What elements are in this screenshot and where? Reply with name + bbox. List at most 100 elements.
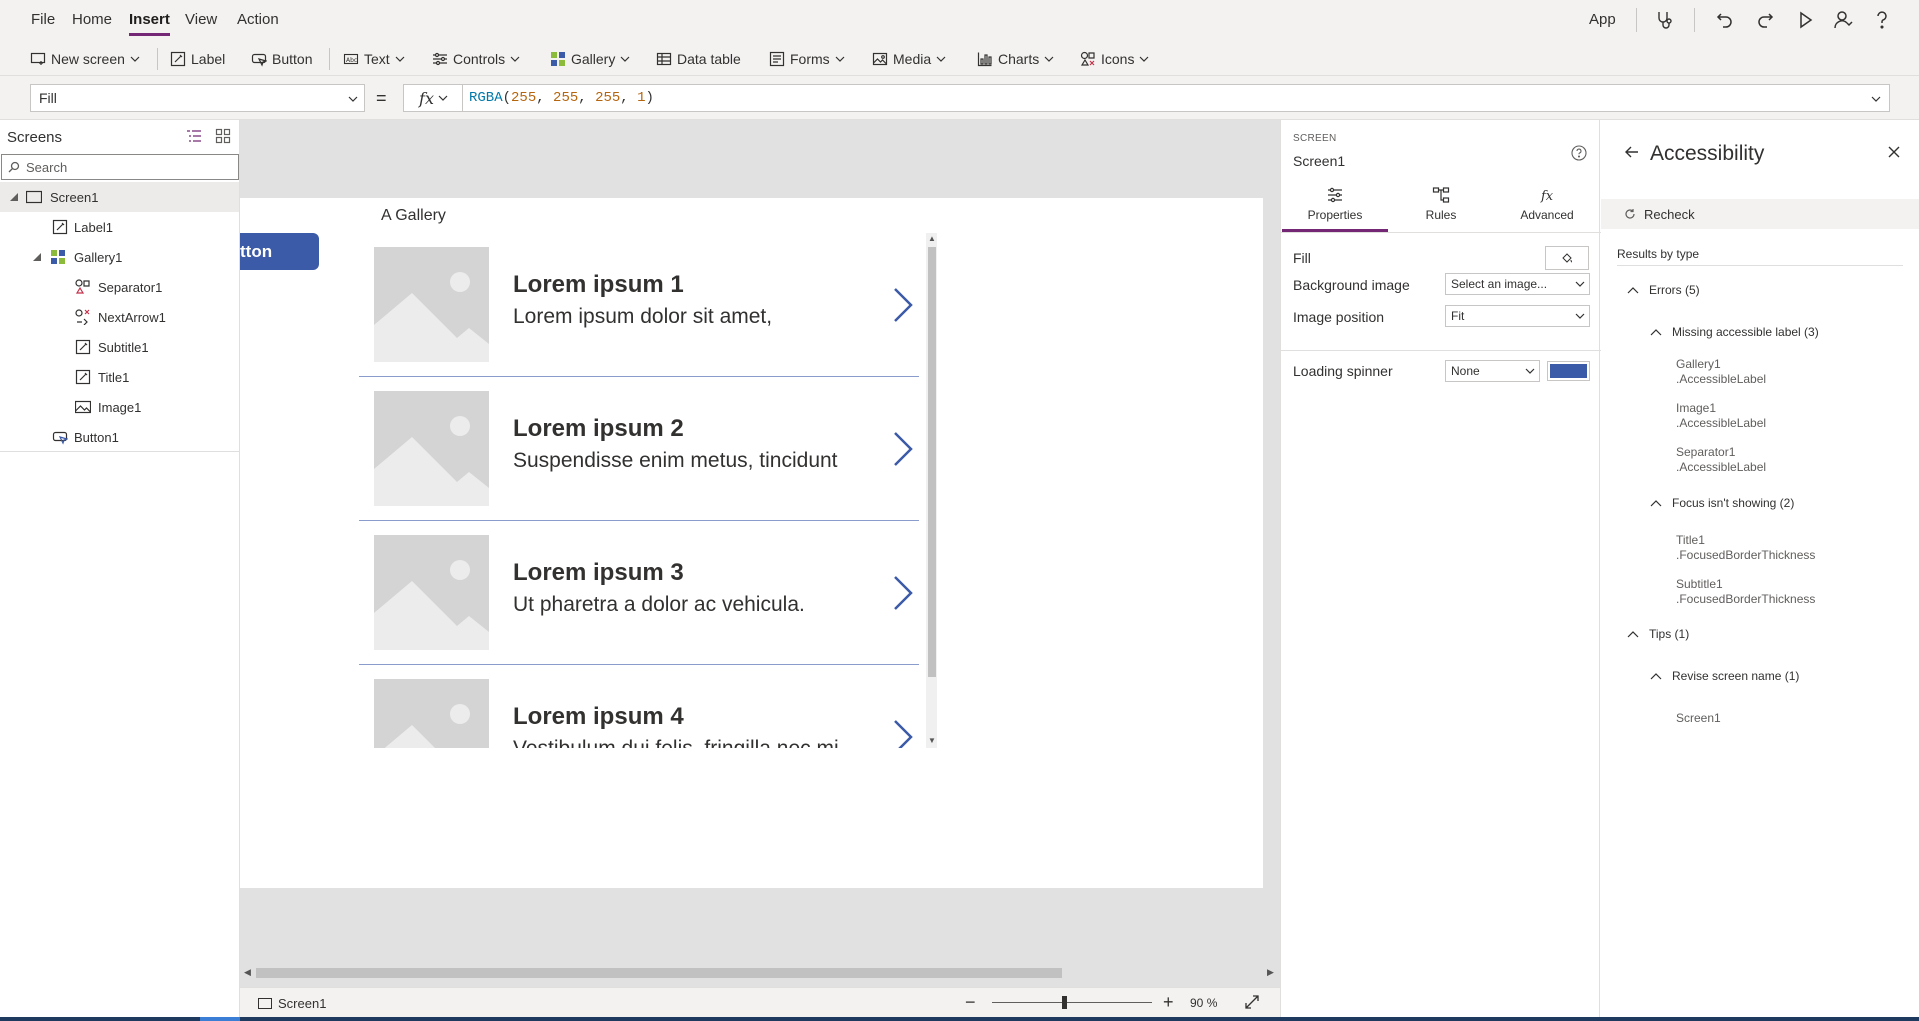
next-arrow-icon[interactable] — [889, 429, 917, 469]
loading-spinner-color-picker[interactable] — [1547, 361, 1590, 381]
next-arrow-icon[interactable] — [889, 717, 917, 748]
revise-group-toggle[interactable]: Revise screen name (1) — [1650, 669, 1799, 683]
scroll-down-arrow-icon[interactable]: ▼ — [928, 737, 936, 745]
help-icon[interactable] — [1571, 145, 1587, 161]
insert-icons-menu[interactable]: Icons — [1080, 48, 1149, 70]
close-icon[interactable] — [1887, 145, 1901, 159]
gallery-item[interactable]: Lorem ipsum 4 Vestibulum dui felis, frin… — [359, 665, 919, 748]
focus-group-toggle[interactable]: Focus isn't showing (2) — [1650, 496, 1794, 510]
insert-controls-menu[interactable]: Controls — [432, 48, 520, 70]
help-icon[interactable] — [1870, 8, 1894, 32]
gallery-item-title[interactable]: Lorem ipsum 1 — [513, 271, 684, 299]
menu-action[interactable]: Action — [237, 11, 279, 28]
gallery-item-image[interactable] — [374, 391, 489, 506]
tab-advanced[interactable]: fx Advanced — [1494, 186, 1600, 232]
tree-item-image1[interactable]: Image1 — [0, 392, 239, 422]
tree-search-input[interactable]: Search — [1, 154, 239, 180]
insert-media-menu[interactable]: Media — [872, 48, 946, 70]
tab-properties[interactable]: Properties — [1282, 186, 1388, 232]
issue-item[interactable]: Separator1 .AccessibleLabel — [1676, 445, 1766, 475]
tree-item-subtitle1[interactable]: Subtitle1 — [0, 332, 239, 362]
insert-button-button[interactable]: Button — [251, 48, 312, 70]
thumbnail-view-icon[interactable] — [215, 128, 231, 144]
app-screen-canvas[interactable]: tton A Gallery Lorem ipsum 1 Lorem ipsum… — [240, 198, 1263, 888]
menu-file[interactable]: File — [31, 11, 55, 28]
app-label[interactable]: App — [1589, 11, 1616, 28]
back-arrow-icon[interactable] — [1624, 144, 1640, 160]
tree-item-label1[interactable]: Label1 — [0, 212, 239, 242]
gallery-item-subtitle[interactable]: Suspendisse enim metus, tincidunt — [513, 449, 838, 473]
play-icon[interactable] — [1793, 8, 1817, 32]
current-screen-indicator[interactable]: Screen1 — [258, 996, 326, 1011]
app-checker-icon[interactable] — [1652, 8, 1676, 32]
errors-group-toggle[interactable]: Errors (5) — [1627, 283, 1700, 297]
tree-item-screen1[interactable]: Screen1 — [0, 182, 239, 212]
gallery-item[interactable]: Lorem ipsum 3 Ut pharetra a dolor ac veh… — [359, 521, 919, 665]
gallery-item-title[interactable]: Lorem ipsum 4 — [513, 703, 684, 731]
insert-forms-menu[interactable]: Forms — [769, 48, 845, 70]
canvas-scroll-thumb[interactable] — [256, 968, 1062, 978]
tree-item-button1[interactable]: Button1 — [0, 422, 239, 452]
gallery-caption-label[interactable]: A Gallery — [381, 207, 446, 225]
issue-item[interactable]: Image1 .AccessibleLabel — [1676, 401, 1766, 431]
gallery-item-subtitle[interactable]: Lorem ipsum dolor sit amet, — [513, 305, 772, 329]
next-arrow-icon[interactable] — [889, 573, 917, 613]
background-image-dropdown[interactable]: Select an image... — [1445, 273, 1590, 295]
issue-item[interactable]: Screen1 — [1676, 711, 1721, 726]
insert-text-menu[interactable]: Abc Text — [343, 48, 405, 70]
zoom-out-button[interactable]: − — [965, 992, 976, 1013]
recheck-button[interactable]: Recheck — [1601, 199, 1919, 229]
insert-charts-menu[interactable]: Charts — [977, 48, 1054, 70]
gallery-item-title[interactable]: Lorem ipsum 3 — [513, 559, 684, 587]
gallery-item-image[interactable] — [374, 535, 489, 650]
scroll-up-arrow-icon[interactable]: ▲ — [928, 235, 936, 243]
list-view-icon[interactable] — [186, 128, 202, 144]
gallery1[interactable]: Lorem ipsum 1 Lorem ipsum dolor sit amet… — [359, 233, 937, 748]
issue-item[interactable]: Subtitle1 .FocusedBorderThickness — [1676, 577, 1815, 607]
insert-label-button[interactable]: Label — [170, 48, 225, 70]
expand-formula-icon[interactable] — [1871, 94, 1881, 104]
gallery-scroll-thumb[interactable] — [928, 247, 936, 677]
tree-item-title1[interactable]: Title1 — [0, 362, 239, 392]
fx-button[interactable]: fx — [403, 84, 463, 112]
fit-to-window-icon[interactable] — [1244, 994, 1260, 1010]
app-button1[interactable]: tton — [240, 233, 319, 270]
formula-input[interactable]: RGBA(255, 255, 255, 1) — [462, 84, 1890, 112]
new-screen-button[interactable]: New screen — [30, 48, 140, 70]
image-position-dropdown[interactable]: Fit — [1445, 305, 1590, 327]
property-dropdown[interactable]: Fill — [30, 84, 365, 112]
user-icon[interactable] — [1831, 8, 1855, 32]
insert-data-table-button[interactable]: Data table — [656, 48, 741, 70]
canvas-horizontal-scrollbar[interactable]: ◀ ▶ — [240, 965, 1280, 979]
gallery-item-title[interactable]: Lorem ipsum 2 — [513, 415, 684, 443]
tips-group-toggle[interactable]: Tips (1) — [1627, 627, 1689, 641]
zoom-slider-thumb[interactable] — [1062, 996, 1067, 1009]
gallery-item-image[interactable] — [374, 247, 489, 362]
zoom-slider[interactable] — [992, 1002, 1152, 1003]
zoom-in-button[interactable]: + — [1163, 992, 1174, 1013]
redo-icon[interactable] — [1753, 8, 1777, 32]
scroll-right-arrow-icon[interactable]: ▶ — [1267, 967, 1274, 978]
selected-control-name[interactable]: Screen1 — [1293, 153, 1345, 169]
undo-icon[interactable] — [1713, 8, 1737, 32]
collapse-triangle-icon[interactable] — [9, 192, 19, 202]
scroll-left-arrow-icon[interactable]: ◀ — [244, 967, 251, 978]
gallery-item-subtitle[interactable]: Ut pharetra a dolor ac vehicula. — [513, 593, 805, 617]
tree-item-gallery1[interactable]: Gallery1 — [0, 242, 239, 272]
insert-gallery-menu[interactable]: Gallery — [550, 48, 630, 70]
loading-spinner-dropdown[interactable]: None — [1445, 360, 1540, 382]
tree-item-nextarrow1[interactable]: NextArrow1 — [0, 302, 239, 332]
gallery-item-subtitle[interactable]: Vestibulum dui felis, fringilla nec mi — [513, 737, 839, 748]
gallery-item[interactable]: Lorem ipsum 2 Suspendisse enim metus, ti… — [359, 377, 919, 521]
tree-item-separator1[interactable]: Separator1 — [0, 272, 239, 302]
issue-item[interactable]: Title1 .FocusedBorderThickness — [1676, 533, 1815, 563]
collapse-triangle-icon[interactable] — [32, 252, 42, 262]
menu-insert[interactable]: Insert — [129, 11, 170, 36]
gallery-scrollbar[interactable]: ▲ ▼ — [926, 233, 937, 748]
issue-item[interactable]: Gallery1 .AccessibleLabel — [1676, 357, 1766, 387]
gallery-item[interactable]: Lorem ipsum 1 Lorem ipsum dolor sit amet… — [359, 233, 919, 377]
gallery-item-image[interactable] — [374, 679, 489, 748]
fill-color-picker[interactable] — [1545, 246, 1589, 270]
menu-view[interactable]: View — [185, 11, 217, 28]
next-arrow-icon[interactable] — [889, 285, 917, 325]
